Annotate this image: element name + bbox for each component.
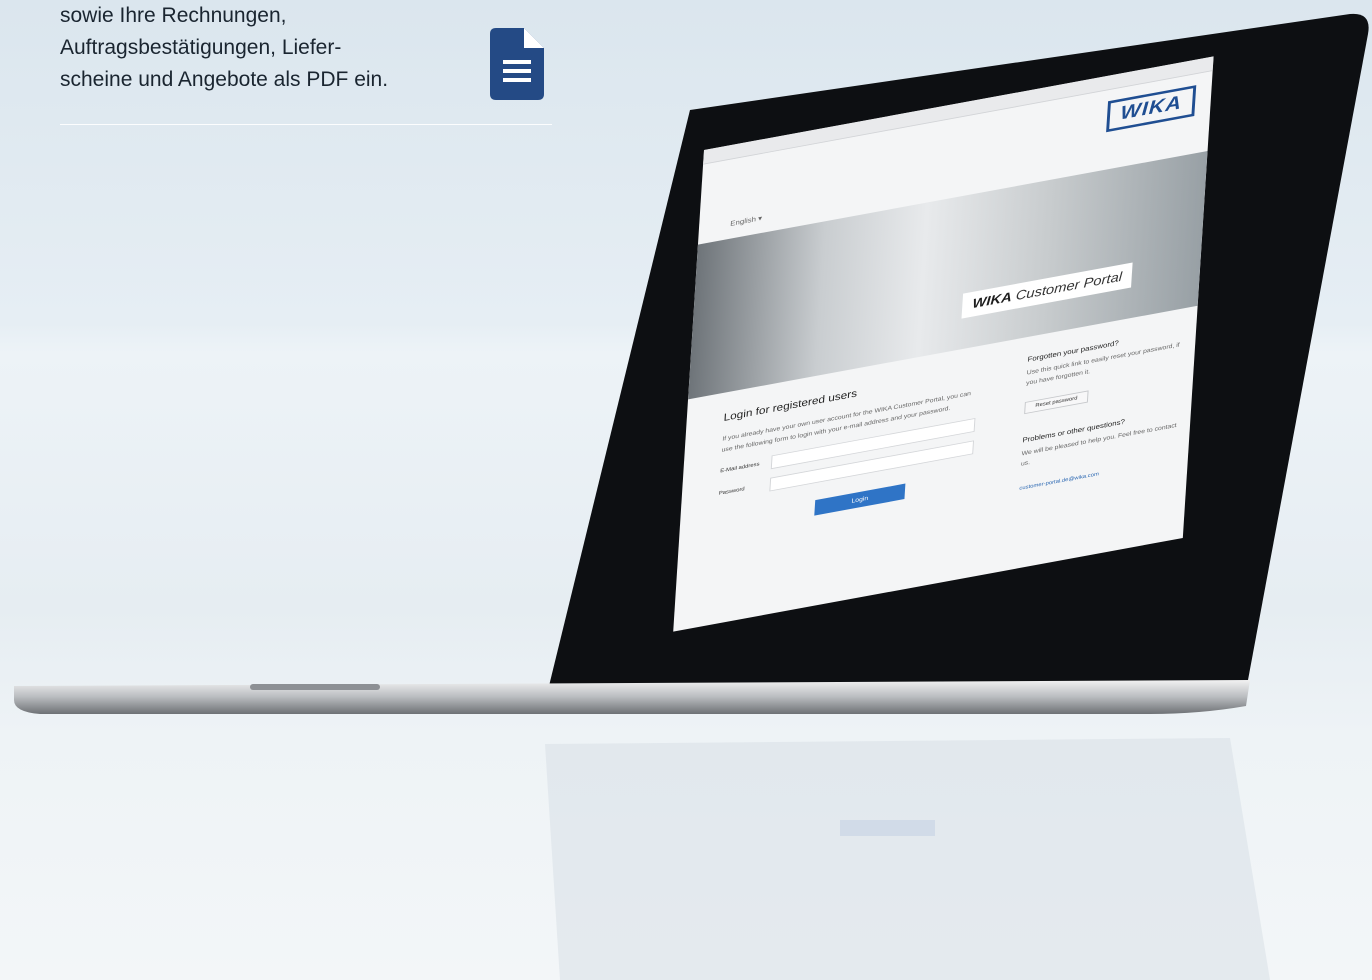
document-icon [490,28,544,100]
portal-title-brand: WIKA [972,289,1013,312]
divider [60,124,552,125]
laptop-screen: English ▾ WIKA WIKA Customer Portal Logi… [673,56,1214,632]
intro-text: sowie Ihre Rechnungen, Auftragsbestätigu… [60,0,500,96]
intro-line-2: Auftragsbestätigungen, Liefer- [60,36,342,59]
language-selector[interactable]: English ▾ [730,214,762,228]
support-email-link[interactable]: customer-portal.de@wika.com [1019,472,1099,492]
wika-logo: WIKA [1106,85,1197,133]
reset-password-button[interactable]: Reset password [1024,390,1089,415]
intro-line-3: scheine und Angebote als PDF ein. [60,68,389,91]
login-form: Login for registered users If you alread… [716,365,979,534]
customer-portal-page: English ▾ WIKA WIKA Customer Portal Logi… [673,56,1214,632]
password-label: Password [718,486,745,497]
intro-line-1: sowie Ihre Rechnungen, [60,4,287,27]
help-column: Forgotten your password? Use this quick … [1019,327,1185,494]
login-button[interactable]: Login [814,483,906,516]
email-label: E-Mail address [720,461,760,475]
